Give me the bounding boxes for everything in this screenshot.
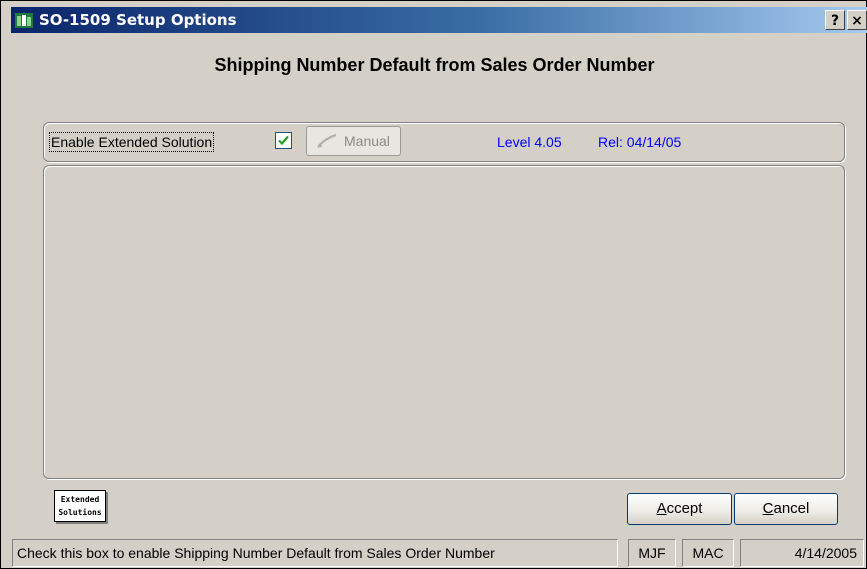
manual-button-label: Manual: [344, 133, 390, 149]
logo-line-1: Extended: [60, 495, 100, 504]
release-date-label: Rel: 04/14/05: [598, 134, 682, 150]
accept-button[interactable]: Accept: [627, 493, 732, 525]
status-company: MAC: [682, 539, 734, 567]
cancel-button[interactable]: Cancel: [734, 493, 838, 525]
accept-mnemonic: A: [656, 500, 667, 517]
manual-button[interactable]: Manual: [306, 126, 401, 156]
enable-extended-solution-label[interactable]: Enable Extended Solution: [49, 132, 215, 152]
page-heading: Shipping Number Default from Sales Order…: [214, 55, 655, 75]
logo-line-2: Solutions: [58, 508, 102, 517]
checkmark-icon: [278, 135, 289, 146]
close-button[interactable]: ×: [847, 10, 867, 30]
setup-options-window: SO-1509 Setup Options ? × Shipping Numbe…: [0, 0, 867, 569]
cancel-label-rest: ancel: [773, 500, 810, 517]
extended-solutions-logo[interactable]: Extended Solutions: [54, 490, 106, 522]
status-message: Check this box to enable Shipping Number…: [12, 539, 618, 567]
level-label: Level 4.05: [497, 134, 562, 150]
title-bar[interactable]: SO-1509 Setup Options ? ×: [11, 7, 867, 33]
app-icon: [15, 11, 33, 29]
help-button[interactable]: ?: [825, 10, 845, 30]
window-title: SO-1509 Setup Options: [39, 11, 237, 29]
enable-extended-solution-checkbox[interactable]: [275, 132, 292, 149]
settings-panel: [43, 165, 845, 479]
pen-icon: [317, 134, 337, 148]
accept-label-rest: ccept: [666, 500, 703, 517]
status-date: 4/14/2005: [740, 539, 864, 567]
cancel-mnemonic: C: [762, 500, 774, 517]
status-user: MJF: [628, 539, 676, 567]
